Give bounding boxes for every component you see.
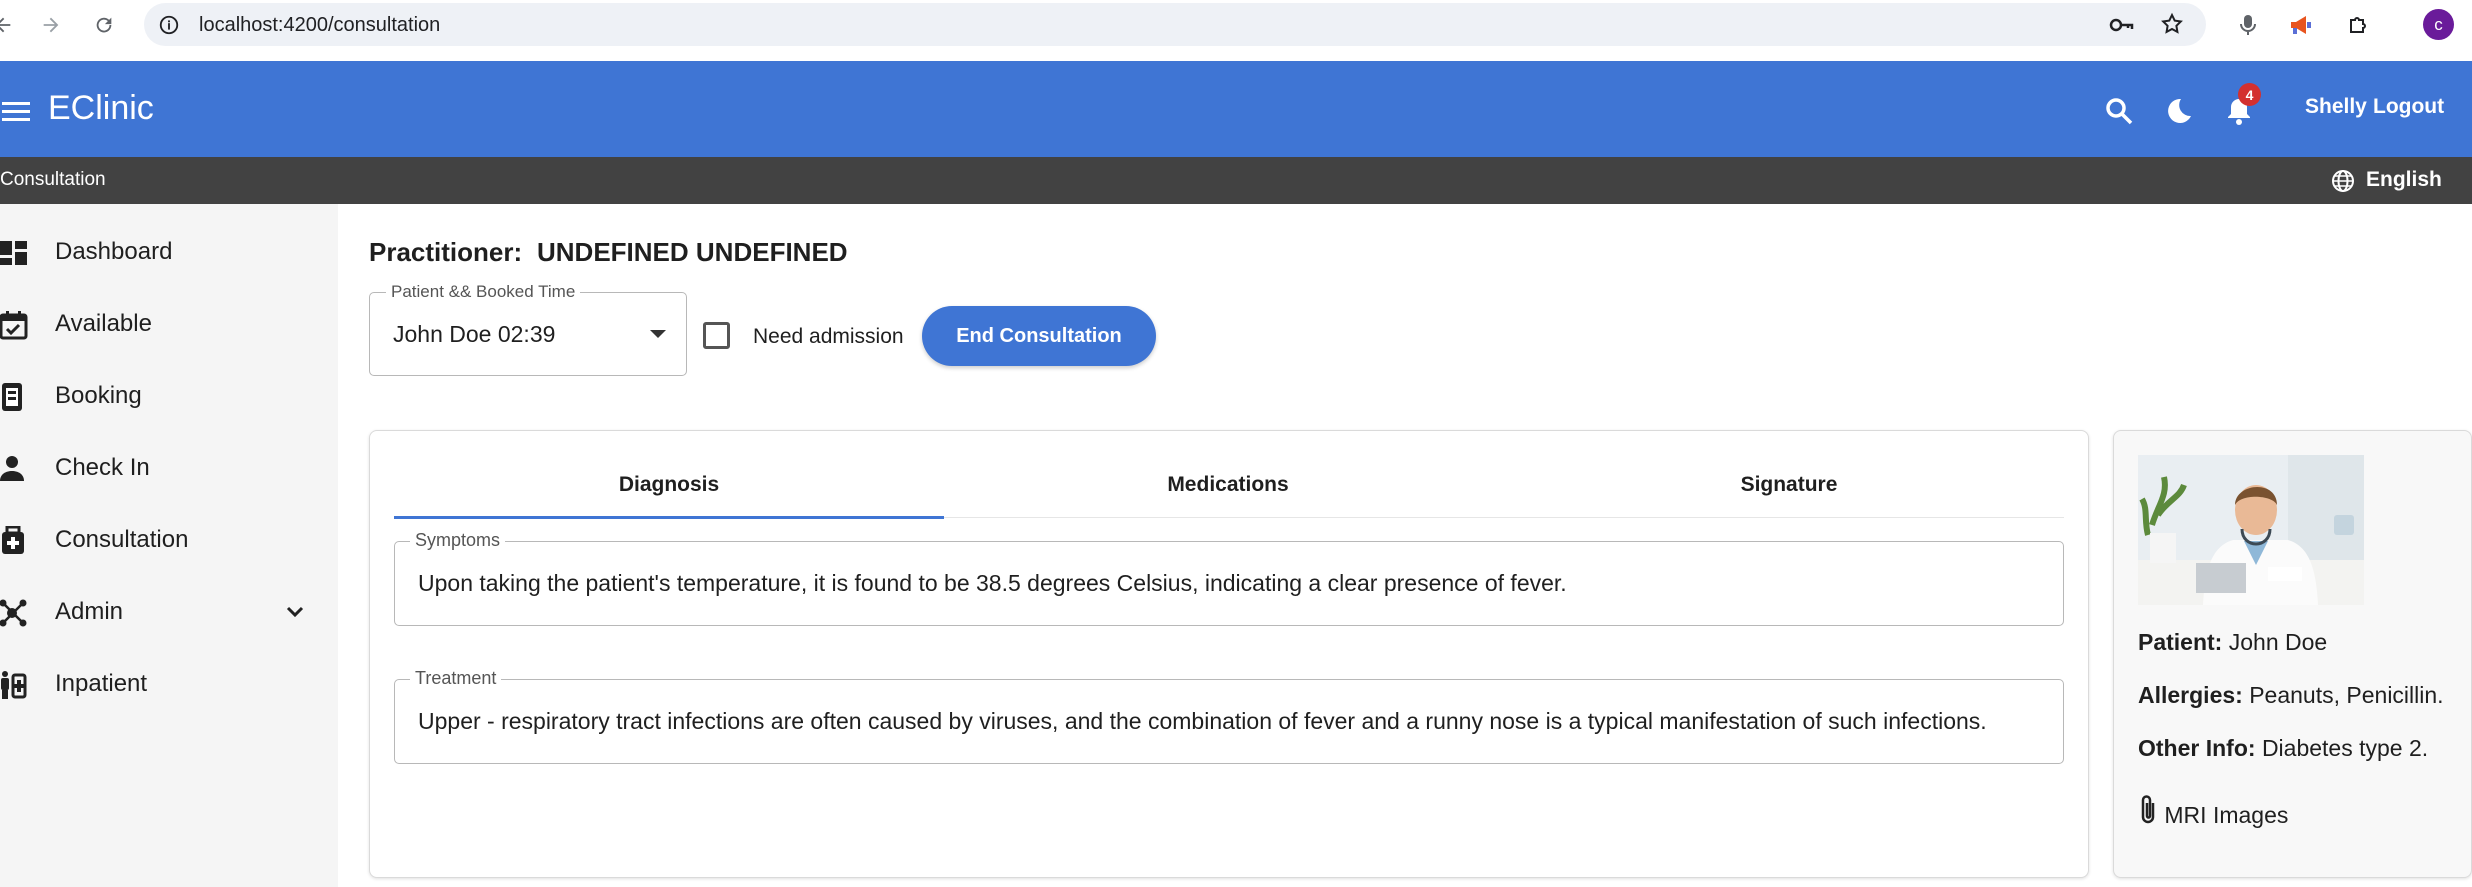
practitioner-label: Practitioner: xyxy=(369,237,523,267)
mri-images-label[interactable]: MRI Images xyxy=(2164,802,2288,828)
treatment-value[interactable]: Upper - respiratory tract infections are… xyxy=(418,708,1987,735)
dark-mode-moon-icon[interactable] xyxy=(2159,91,2199,131)
sidebar-item-label: Inpatient xyxy=(55,670,148,697)
other-info-label: Other Info: xyxy=(2138,735,2256,761)
globe-icon[interactable] xyxy=(2330,168,2356,199)
sidebar-item-inpatient[interactable]: Inpatient xyxy=(0,655,338,713)
patient-booked-time-select[interactable]: Patient && Booked Time John Doe 02:39 xyxy=(369,282,687,376)
search-icon[interactable] xyxy=(2099,91,2139,131)
symptoms-value[interactable]: Upon taking the patient's temperature, i… xyxy=(418,570,1567,597)
sidebar-item-dashboard[interactable]: Dashboard xyxy=(0,223,338,281)
other-info-row: Other Info: Diabetes type 2. xyxy=(2138,735,2428,762)
password-key-icon[interactable] xyxy=(2108,13,2134,42)
megaphone-extension-icon[interactable] xyxy=(2284,8,2318,42)
address-bar[interactable]: localhost:4200/consultation xyxy=(144,3,2206,46)
patient-label: Patient: xyxy=(2138,629,2223,655)
doctor-photo xyxy=(2138,455,2364,605)
allergies-value: Peanuts, Penicillin. xyxy=(2249,682,2444,708)
patient-info-card: Patient: John Doe Allergies: Peanuts, Pe… xyxy=(2113,430,2472,878)
sidebar-item-label: Consultation xyxy=(55,526,189,553)
sidebar-item-label: Admin xyxy=(55,598,124,625)
sidebar-item-admin[interactable]: Admin xyxy=(0,583,338,641)
tab-signature[interactable]: Signature xyxy=(1514,451,2064,518)
breadcrumb: Consultation xyxy=(0,169,106,190)
need-admission-checkbox[interactable] xyxy=(703,322,730,349)
symptoms-label: Symptoms xyxy=(410,530,506,551)
booking-icon xyxy=(2,383,22,411)
allergies-row: Allergies: Peanuts, Penicillin. xyxy=(2138,682,2444,709)
patient-name-row: Patient: John Doe xyxy=(2138,629,2327,656)
other-info-value: Diabetes type 2. xyxy=(2261,735,2429,761)
profile-avatar[interactable]: c xyxy=(2423,9,2454,40)
notification-badge: 4 xyxy=(2238,83,2261,106)
browser-chrome: localhost:4200/consultation c xyxy=(0,0,2472,61)
hub-icon xyxy=(0,599,27,627)
treatment-input[interactable]: Upper - respiratory tract infections are… xyxy=(394,679,2064,764)
patient-name: John Doe xyxy=(2228,629,2328,655)
medical-bag-icon xyxy=(2,526,24,554)
dashboard-icon xyxy=(0,241,27,265)
allergies-label: Allergies: xyxy=(2138,682,2243,708)
language-selector[interactable]: English xyxy=(2366,168,2442,192)
dropdown-arrow-icon[interactable] xyxy=(650,330,666,338)
symptoms-input[interactable]: Upon taking the patient's temperature, i… xyxy=(394,541,2064,626)
bookmark-star-icon[interactable] xyxy=(2160,12,2184,41)
microphone-icon[interactable] xyxy=(2231,8,2265,42)
mri-images-link[interactable]: MRI Images xyxy=(2138,793,2288,829)
sidebar-item-check-in[interactable]: Check In xyxy=(0,439,338,497)
end-consultation-button[interactable]: End Consultation xyxy=(922,306,1156,366)
tab-bar: Diagnosis Medications Signature xyxy=(394,451,2064,519)
url-text[interactable]: localhost:4200/consultation xyxy=(199,14,440,37)
calendar-check-icon xyxy=(0,311,28,340)
sidebar-item-available[interactable]: Available xyxy=(0,295,338,353)
extensions-puzzle-icon[interactable] xyxy=(2342,8,2376,42)
tab-medications[interactable]: Medications xyxy=(953,451,1503,518)
sidebar-item-booking[interactable]: Booking xyxy=(0,367,338,425)
symptoms-field[interactable]: Upon taking the patient's temperature, i… xyxy=(394,530,2064,626)
app-toolbar: EClinic Shelly Logout xyxy=(0,61,2472,157)
practitioner-name: UNDEFINED UNDEFINED xyxy=(537,237,848,267)
sidebar-item-label: Available xyxy=(55,310,152,337)
need-admission-label[interactable]: Need admission xyxy=(753,325,904,349)
inpatient-icon xyxy=(1,671,27,699)
sidebar-item-consultation[interactable]: Consultation xyxy=(0,511,338,569)
sidebar-item-label: Booking xyxy=(55,382,142,409)
patient-select-value[interactable]: John Doe 02:39 xyxy=(393,321,555,348)
consultation-tabs-card: Diagnosis Medications Signature Upon tak… xyxy=(369,430,2089,878)
menu-icon[interactable] xyxy=(0,95,32,132)
patient-select-label: Patient && Booked Time xyxy=(386,282,581,302)
tab-diagnosis[interactable]: Diagnosis xyxy=(394,451,944,519)
treatment-field[interactable]: Upper - respiratory tract infections are… xyxy=(394,668,2064,764)
forward-icon[interactable] xyxy=(34,8,68,42)
sidebar-item-label: Dashboard xyxy=(55,238,173,265)
sidebar: Dashboard Available Booking Check In Con… xyxy=(0,204,338,887)
attachment-paperclip-icon xyxy=(2141,795,2155,824)
app-title[interactable]: EClinic xyxy=(48,89,154,128)
chevron-down-icon[interactable] xyxy=(283,600,307,624)
treatment-label: Treatment xyxy=(410,668,502,689)
breadcrumb-bar: Consultation English xyxy=(0,157,2472,204)
person-icon xyxy=(0,456,24,481)
sidebar-item-label: Check In xyxy=(55,454,150,481)
reload-icon[interactable] xyxy=(87,8,121,42)
user-name[interactable]: Shelly xyxy=(2305,95,2367,119)
site-info-icon[interactable] xyxy=(158,14,180,41)
logout-link[interactable]: Logout xyxy=(2373,95,2444,119)
back-icon[interactable] xyxy=(0,8,20,42)
